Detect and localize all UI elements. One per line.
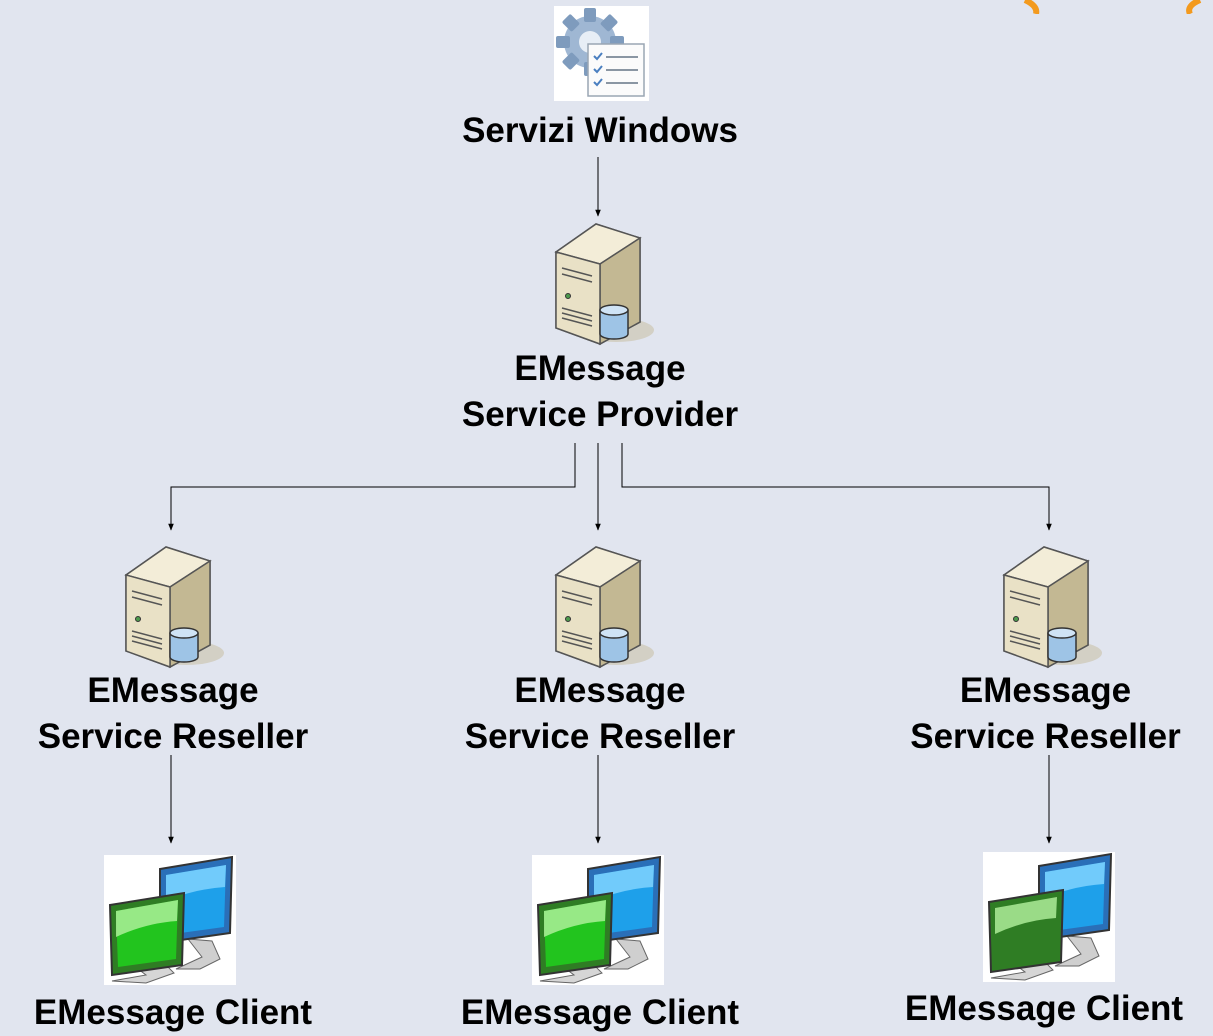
server-database-icon xyxy=(996,545,1106,670)
client-monitors-icon xyxy=(104,855,236,985)
client-monitors-icon xyxy=(532,855,664,985)
client-label-1: EMessage Client xyxy=(33,993,313,1032)
corner-bracket-decoration xyxy=(1023,0,1202,14)
architecture-diagram: Servizi Windows EMessage Service Provide… xyxy=(0,0,1213,1034)
provider-label: EMessage Service Provider xyxy=(461,349,739,434)
edge-provider-reseller-3 xyxy=(621,443,1052,531)
server-database-icon xyxy=(548,222,658,347)
client-monitors-icon xyxy=(983,852,1115,982)
reseller-label-1: EMessage Service Reseller xyxy=(37,671,309,756)
server-database-icon xyxy=(118,545,228,670)
services-gear-icon xyxy=(554,6,649,101)
client-label-2: EMessage Client xyxy=(460,993,740,1032)
reseller-label-3: EMessage Service Reseller xyxy=(910,671,1181,756)
services-label: Servizi Windows xyxy=(462,111,738,150)
reseller-label-2: EMessage Service Reseller xyxy=(464,671,736,756)
edge-provider-reseller-1 xyxy=(168,443,576,531)
client-label-3: EMessage Client xyxy=(904,989,1184,1028)
server-database-icon xyxy=(548,545,658,670)
